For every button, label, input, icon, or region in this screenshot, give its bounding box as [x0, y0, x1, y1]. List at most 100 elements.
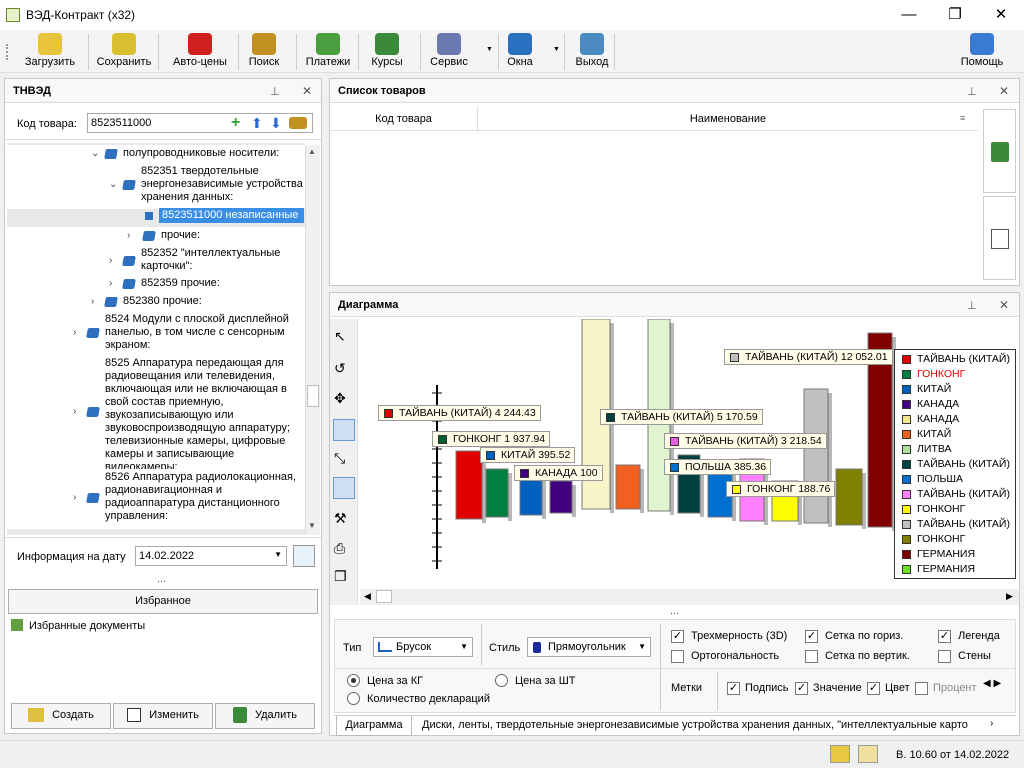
rotate-icon[interactable]: ↺ — [333, 359, 355, 381]
add-icon[interactable]: + — [231, 115, 240, 131]
print-icon[interactable]: ⎙ — [333, 539, 355, 561]
expand-icon[interactable]: ⌄ — [91, 148, 99, 159]
checkbox-ortho[interactable] — [671, 650, 684, 663]
pin-icon[interactable]: ⊥ — [270, 85, 280, 98]
tree-row[interactable]: › 852380 прочие: — [7, 293, 305, 312]
checkbox-3d[interactable]: ✓ — [671, 630, 684, 643]
tree-row[interactable]: › 852352 "интеллектуальные карточки": — [7, 245, 305, 278]
tree-row[interactable]: › 8524 Модули с плоской дисплейной панель… — [7, 311, 305, 357]
expand-icon[interactable]: › — [73, 492, 76, 503]
tab-goods-group[interactable]: Диски, ленты, твердотельные энергонезави… — [422, 716, 982, 736]
checkbox-color[interactable]: ✓ — [867, 682, 880, 695]
favorites-header[interactable]: Избранное — [8, 589, 318, 614]
scroll-up-icon[interactable]: ▲ — [308, 147, 316, 156]
chevron-down-icon[interactable]: ▼ — [460, 642, 468, 651]
checkbox-value[interactable]: ✓ — [795, 682, 808, 695]
splitter-dots[interactable]: ... — [157, 573, 166, 585]
tree-row[interactable]: 8523511000 незаписанные — [7, 207, 305, 229]
arrow-up-icon[interactable]: ⬆ — [251, 115, 263, 132]
col-code[interactable]: Код товара — [330, 107, 478, 131]
scroll-left-icon[interactable]: ◀ — [364, 591, 371, 602]
checkbox-walls[interactable] — [938, 650, 951, 663]
close-window-button[interactable]: ✕ — [978, 0, 1024, 30]
tree-row[interactable]: › прочие: — [7, 227, 305, 246]
chevron-down-icon[interactable]: ▼ — [638, 642, 646, 651]
expand-icon[interactable]: › — [109, 255, 112, 266]
toolbar-payments-button[interactable]: Платежи — [300, 30, 356, 73]
expand-icon[interactable]: › — [109, 278, 112, 289]
radio-decl-count[interactable] — [347, 692, 360, 705]
checkbox-percent[interactable] — [915, 682, 928, 695]
expand-icon[interactable]: › — [91, 296, 94, 307]
pin-icon[interactable]: ⊥ — [967, 85, 977, 98]
favorites-item[interactable]: Избранные документы — [29, 620, 145, 632]
expand-icon[interactable]: › — [127, 230, 130, 241]
pointer-icon[interactable]: ↖ — [333, 327, 355, 349]
checkbox-hgrid[interactable]: ✓ — [805, 630, 818, 643]
close-icon[interactable]: ✕ — [302, 84, 312, 98]
tree-scrollbar[interactable]: ▲ ▼ — [305, 145, 320, 535]
toolbar-autoprice-button[interactable]: Авто-цены — [164, 30, 236, 73]
col-name[interactable]: Наименование — [478, 107, 978, 131]
close-icon[interactable]: ✕ — [999, 84, 1009, 98]
scroll-down-icon[interactable]: ▼ — [308, 521, 316, 530]
toolbar-search-button[interactable]: Поиск — [242, 30, 286, 73]
arrow-down-icon[interactable]: ⬇ — [270, 115, 282, 132]
checkbox-caption[interactable]: ✓ — [727, 682, 740, 695]
copy-icon[interactable]: ❐ — [333, 567, 355, 589]
apply-date-button[interactable] — [293, 545, 315, 567]
tree-row[interactable]: ⌄ 852351 твердотельные энергонезависимые … — [7, 163, 305, 209]
tabs-scroll-icon[interactable]: › — [990, 718, 993, 729]
3d-icon[interactable] — [333, 477, 355, 499]
pin-icon[interactable]: ⊥ — [967, 299, 977, 312]
toolbar-load-button[interactable]: Загрузить — [22, 30, 78, 73]
move-icon[interactable]: ✥ — [333, 389, 355, 411]
maximize-button[interactable]: ❐ — [932, 0, 978, 30]
create-button[interactable]: Создать — [11, 703, 111, 729]
tools-icon[interactable]: ⚒ — [333, 509, 355, 531]
export-button[interactable] — [983, 196, 1016, 280]
marks-scroll[interactable]: ◀ ▶ — [983, 678, 1013, 698]
toolbar-rates-button[interactable]: Курсы — [364, 30, 410, 73]
toolbar-windows-button[interactable]: Окна — [500, 30, 540, 73]
toolbar-help-button[interactable]: Помощь — [956, 30, 1008, 73]
column-menu-icon[interactable]: ≡ — [960, 113, 965, 123]
radio-price-kg[interactable] — [347, 674, 360, 687]
toolbar-service-button[interactable]: Сервис — [424, 30, 474, 73]
edit-button[interactable]: Изменить — [113, 703, 213, 729]
tree-row[interactable]: › 8525 Аппаратура передающая для радиовещ… — [7, 355, 305, 473]
checkbox-vgrid[interactable] — [805, 650, 818, 663]
status-icon-2[interactable] — [858, 745, 878, 763]
toolbar-exit-button[interactable]: Выход — [566, 30, 618, 73]
tree-row[interactable]: › 8526 Аппаратура радиолокационная, радио… — [7, 469, 305, 529]
minimize-button[interactable]: — — [886, 0, 932, 30]
expand-icon[interactable]: ⌄ — [109, 179, 117, 190]
zoom-icon[interactable] — [333, 419, 355, 441]
chart-hscrollbar[interactable]: ◀ ▶ — [360, 589, 1019, 605]
toolbar-save-button[interactable]: Сохранить — [92, 30, 156, 73]
dropdown-arrow-icon[interactable]: ▼ — [553, 46, 560, 53]
hscroll-thumb[interactable] — [376, 590, 392, 603]
scroll-thumb[interactable] — [307, 385, 319, 407]
delete-button[interactable]: Удалить — [215, 703, 315, 729]
checkbox-legend[interactable]: ✓ — [938, 630, 951, 643]
expand-icon[interactable]: › — [73, 406, 76, 417]
status-icon-1[interactable] — [830, 745, 850, 763]
tab-diagram[interactable]: Диаграмма — [336, 716, 412, 736]
dropdown-arrow-icon[interactable]: ▼ — [486, 46, 493, 53]
date-picker[interactable]: 14.02.2022 ▼ — [135, 546, 287, 566]
tree-row[interactable]: › 852359 прочие: — [7, 275, 305, 294]
resize-icon[interactable]: ⤡ — [333, 449, 355, 471]
style-select[interactable]: Прямоугольник ▼ — [527, 637, 651, 657]
expand-icon[interactable]: › — [73, 327, 76, 338]
tree-row[interactable]: ⌄ полупроводниковые носители: — [7, 145, 305, 164]
close-icon[interactable]: ✕ — [999, 298, 1009, 312]
recycle-button[interactable] — [983, 109, 1016, 193]
tree-item-label: 852352 "интеллектуальные карточки": — [141, 247, 281, 272]
radio-price-pc[interactable] — [495, 674, 508, 687]
splitter-dots[interactable]: ... — [670, 605, 679, 617]
binoculars-icon[interactable] — [289, 117, 307, 129]
type-select[interactable]: Брусок ▼ — [373, 637, 473, 657]
scroll-right-icon[interactable]: ▶ — [1006, 591, 1013, 602]
chevron-down-icon[interactable]: ▼ — [274, 550, 282, 559]
